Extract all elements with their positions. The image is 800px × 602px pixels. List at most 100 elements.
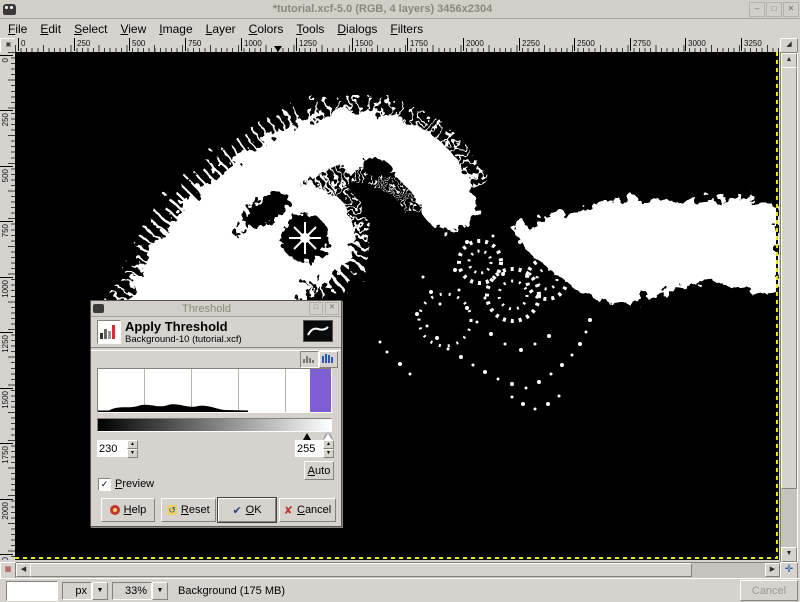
navigation-button[interactable]: ✛: [780, 562, 798, 579]
layer-boundary-horizontal: [15, 557, 778, 559]
unit-value: px: [62, 582, 92, 600]
close-button[interactable]: ✕: [783, 2, 799, 17]
top-ruler[interactable]: 0 250 500 750 1000 1250 1500 1750 2000 2…: [15, 38, 779, 53]
ruler-label: 750: [185, 38, 201, 51]
dialog-titlebar[interactable]: Threshold □ ✕: [91, 301, 341, 317]
histogram[interactable]: [97, 368, 332, 413]
horizontal-scrollbar[interactable]: ◀ ▶: [15, 562, 781, 579]
preview-label: Preview: [115, 478, 154, 490]
ok-button[interactable]: ✔ OK: [218, 498, 276, 522]
threshold-tool-icon: [97, 320, 121, 344]
help-icon: [110, 505, 120, 515]
menu-item-tools[interactable]: Tools: [296, 22, 324, 36]
cursor-position-field[interactable]: [6, 581, 58, 601]
chevron-down-icon[interactable]: ▼: [152, 582, 168, 600]
high-threshold-spinbox[interactable]: ▲ ▼: [295, 440, 334, 457]
ruler-label: 250: [0, 110, 13, 155]
horizontal-scroll-thumb[interactable]: [30, 563, 692, 577]
menu-item-dialogs[interactable]: Dialogs: [337, 22, 377, 36]
progress-cancel-button[interactable]: Cancel: [740, 580, 798, 601]
spin-down-icon[interactable]: ▼: [323, 449, 334, 458]
ruler-label: 500: [129, 38, 145, 51]
maximize-button[interactable]: □: [766, 2, 782, 17]
zoom-combo[interactable]: 33% ▼: [112, 582, 168, 600]
vertical-scroll-thumb[interactable]: [781, 67, 797, 489]
high-threshold-marker[interactable]: [324, 433, 332, 440]
high-threshold-input[interactable]: [295, 440, 323, 457]
ruler-label: 3250: [741, 38, 762, 51]
menubar: File Edit Select View Image Layer Colors…: [0, 19, 800, 38]
ruler-label: 2000: [0, 499, 13, 544]
menu-item-image[interactable]: Image: [159, 22, 192, 36]
ruler-label: 0: [18, 38, 25, 51]
ruler-label: 1000: [241, 38, 262, 51]
menu-item-layer[interactable]: Layer: [206, 22, 236, 36]
histogram-curve: [98, 369, 331, 412]
scroll-left-button[interactable]: ◀: [16, 563, 31, 577]
chevron-down-icon[interactable]: ▼: [92, 582, 108, 600]
dialog-title: Threshold: [104, 303, 309, 315]
ruler-label: 2250: [519, 38, 540, 51]
menu-item-view[interactable]: View: [120, 22, 146, 36]
ruler-label: 1750: [407, 38, 428, 51]
dialog-heading: Apply Threshold: [125, 319, 228, 334]
menu-item-file[interactable]: File: [8, 22, 27, 36]
zoom-value: 33%: [112, 582, 152, 600]
menu-item-colors[interactable]: Colors: [249, 22, 284, 36]
ruler-label: 1500: [0, 388, 13, 433]
ruler-label: 3000: [685, 38, 706, 51]
ruler-label: 250: [74, 38, 90, 51]
help-button[interactable]: Help: [101, 498, 155, 522]
ruler-label: 2250: [0, 554, 13, 560]
threshold-selection-region: [310, 369, 331, 412]
scroll-down-button[interactable]: ▼: [781, 547, 797, 562]
ruler-label: 2750: [630, 38, 651, 51]
vertical-scrollbar[interactable]: ▲ ▼: [780, 52, 798, 563]
dialog-subheading: Background-10 (tutorial.xcf): [125, 334, 242, 345]
scroll-up-button[interactable]: ▲: [781, 53, 797, 68]
cancel-button[interactable]: ✘ Cancel: [279, 498, 336, 522]
histogram-logarithmic-button[interactable]: [319, 351, 338, 368]
low-threshold-marker[interactable]: [303, 433, 311, 440]
ok-check-icon: ✔: [232, 504, 241, 517]
ruler-label: 1750: [0, 443, 13, 488]
ruler-label: 2000: [463, 38, 484, 51]
spin-up-icon[interactable]: ▲: [127, 440, 138, 449]
quickmask-button[interactable]: ▦: [0, 562, 16, 579]
ruler-label: 1250: [0, 332, 13, 377]
auto-button[interactable]: Auto: [304, 461, 334, 480]
gradient-bar: [97, 418, 332, 432]
ruler-label: 1500: [352, 38, 373, 51]
ruler-label: 2500: [574, 38, 595, 51]
menu-item-filters[interactable]: Filters: [390, 22, 423, 36]
layer-boundary-vertical: [776, 52, 778, 559]
menu-item-edit[interactable]: Edit: [40, 22, 61, 36]
ruler-label: 500: [0, 166, 13, 211]
unit-combo[interactable]: px ▼: [62, 582, 108, 600]
preview-checkbox[interactable]: ✓: [98, 478, 111, 491]
gimp-icon: [3, 4, 16, 15]
reset-icon: ↺: [167, 505, 177, 515]
left-ruler[interactable]: 0 250 500 750 1000 1250 1500 1750 2000 2…: [0, 52, 16, 560]
low-threshold-spinbox[interactable]: ▲ ▼: [97, 440, 138, 457]
threshold-dialog: Threshold □ ✕ Apply Threshold Background…: [90, 300, 342, 527]
ruler-label: 750: [0, 221, 13, 266]
spin-up-icon[interactable]: ▲: [323, 440, 334, 449]
ruler-label: 1000: [0, 277, 13, 322]
ruler-label: 0: [0, 55, 13, 100]
window-title: *tutorial.xcf-5.0 (RGB, 4 layers) 3456x2…: [16, 3, 749, 15]
spin-down-icon[interactable]: ▼: [127, 449, 138, 458]
window-titlebar[interactable]: *tutorial.xcf-5.0 (RGB, 4 layers) 3456x2…: [0, 0, 800, 19]
scroll-right-button[interactable]: ▶: [765, 563, 780, 577]
low-threshold-input[interactable]: [97, 440, 127, 457]
menu-item-select[interactable]: Select: [74, 22, 107, 36]
minimize-button[interactable]: –: [749, 2, 765, 17]
histogram-linear-button[interactable]: [300, 351, 319, 368]
dialog-maximize-button[interactable]: □: [309, 302, 323, 315]
gimp-icon: [93, 304, 104, 313]
reset-button[interactable]: ↺ Reset: [161, 498, 216, 522]
dialog-close-button[interactable]: ✕: [325, 302, 339, 315]
ruler-label: 1250: [296, 38, 317, 51]
status-message: Background (175 MB): [178, 585, 736, 597]
cancel-x-icon: ✘: [284, 504, 293, 517]
